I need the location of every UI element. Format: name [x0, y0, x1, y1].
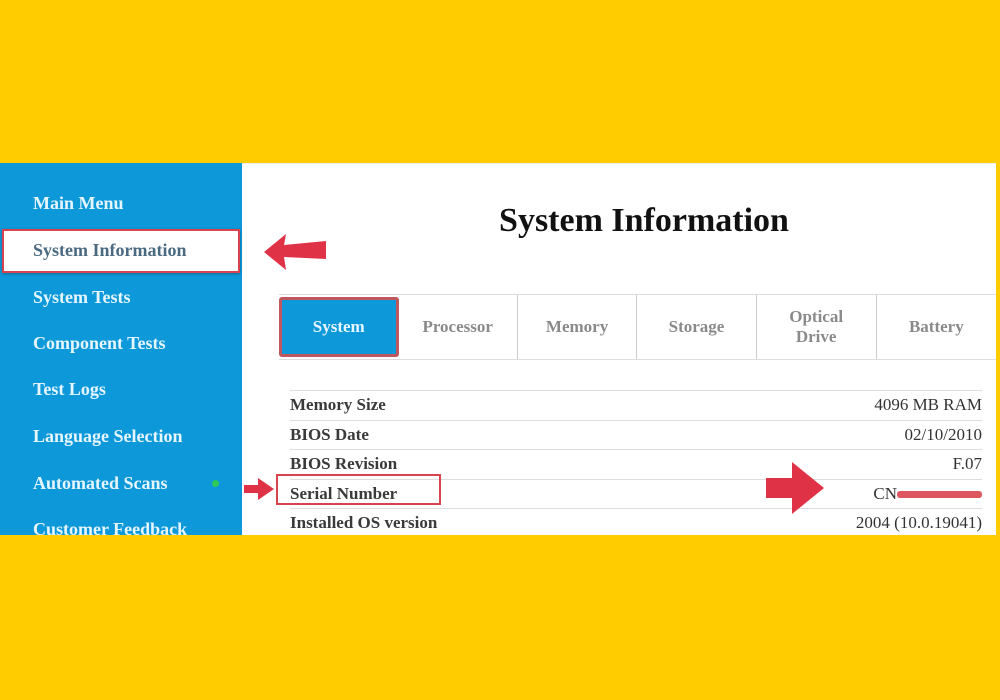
row-value: 4096 MB RAM [874, 395, 982, 415]
arrow-right-large-icon [766, 462, 824, 514]
tab-battery[interactable]: Battery [877, 295, 996, 359]
table-row: BIOS Date 02/10/2010 [290, 419, 982, 450]
sidebar-item-system-information[interactable]: System Information [2, 229, 240, 273]
row-label: BIOS Date [290, 424, 369, 444]
row-value: F.07 [952, 454, 982, 474]
tab-optical-drive[interactable]: Optical Drive [757, 295, 877, 359]
sidebar-item-main-menu[interactable]: Main Menu [33, 193, 124, 214]
serial-number-highlight [276, 474, 441, 505]
tab-system[interactable]: System [279, 297, 399, 357]
system-info-table: Memory Size 4096 MB RAM BIOS Date 02/10/… [290, 390, 982, 535]
sidebar-item-test-logs[interactable]: Test Logs [33, 379, 106, 400]
status-dot-icon [212, 480, 219, 487]
sidebar-item-component-tests[interactable]: Component Tests [33, 333, 166, 354]
row-value: 2004 (10.0.19041) [855, 513, 982, 533]
sidebar-item-label: System Information [33, 240, 187, 260]
redaction-mark [897, 491, 982, 499]
screenshot: Main Menu System Information System Test… [0, 163, 996, 535]
sidebar-item-system-tests[interactable]: System Tests [33, 287, 131, 308]
tab-memory[interactable]: Memory [518, 295, 638, 359]
table-row: Memory Size 4096 MB RAM [290, 390, 982, 420]
row-label: Memory Size [290, 395, 386, 415]
sidebar-item-language-selection[interactable]: Language Selection [33, 426, 183, 447]
row-label: BIOS Revision [290, 454, 398, 474]
sidebar: Main Menu System Information System Test… [0, 163, 242, 535]
tab-storage[interactable]: Storage [637, 295, 757, 359]
row-value: 02/10/2010 [904, 424, 982, 444]
serial-prefix: CN [873, 483, 897, 503]
sidebar-item-automated-scans[interactable]: Automated Scans [33, 473, 168, 494]
tab-bar: System Processor Memory Storage Optical … [279, 294, 996, 360]
sidebar-item-customer-feedback[interactable]: Customer Feedback [33, 519, 187, 535]
page-title: System Information [499, 202, 789, 239]
table-row: Installed OS version 2004 (10.0.19041) [290, 508, 982, 535]
row-label: Installed OS version [290, 513, 438, 533]
tab-processor[interactable]: Processor [399, 295, 518, 359]
arrow-right-small-icon [244, 478, 274, 500]
serial-number-value: CN [873, 484, 982, 504]
arrow-left-icon [264, 234, 326, 270]
